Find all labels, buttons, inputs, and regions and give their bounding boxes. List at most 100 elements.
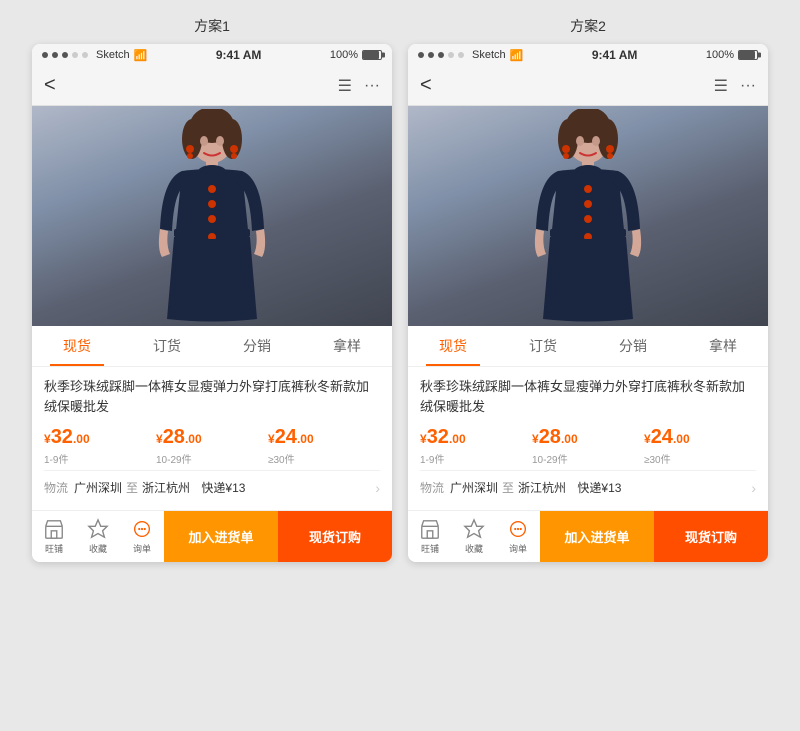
outer-container: 方案1 Sketch 📶 9:41 AM 100%	[0, 0, 800, 731]
plan1-tab-2[interactable]: 分销	[212, 326, 302, 366]
plan2-tab-3[interactable]: 拿样	[678, 326, 768, 366]
plan1-price2-dec: .00	[297, 432, 314, 446]
plan2-shipping-to: 浙江杭州	[518, 479, 566, 496]
plan2-shipping-from: 广州深圳	[450, 479, 498, 496]
plan2-fav-icon-item[interactable]: 收藏	[452, 514, 496, 559]
plan2-star-icon	[463, 518, 485, 540]
plan1-status-bar: Sketch 📶 9:41 AM 100%	[32, 44, 392, 66]
plan1-price1-range: 10-29件	[156, 451, 268, 466]
plan1-chat-icon-item[interactable]: 询单	[120, 514, 164, 559]
plan2-tab-0[interactable]: 现货	[408, 326, 498, 366]
plan2-wrapper: 方案2 Sketch 📶 9:41 AM 100%	[408, 16, 768, 562]
plan2-store-icon	[419, 518, 441, 540]
plan1-tab-1[interactable]: 订货	[122, 326, 212, 366]
plan1-product-title: 秋季珍珠绒踩脚一体裤女显瘦弹力外穿打底裤秋冬新款加绒保暖批发	[44, 377, 380, 416]
dot5	[82, 52, 88, 58]
plan1-chat-icon	[131, 518, 153, 540]
plan1-label: 方案1	[32, 16, 392, 36]
plan1-star-icon	[87, 518, 109, 540]
plan2-add-cart-button[interactable]: 加入进货单	[540, 511, 654, 562]
plan2-chat-icon-item[interactable]: 询单	[496, 514, 540, 559]
plan2-status-bar: Sketch 📶 9:41 AM 100%	[408, 44, 768, 66]
plan2-bottom-icons: 旺铺 收藏	[408, 514, 540, 559]
plan2-buy-now-button[interactable]: 现货订购	[654, 511, 768, 562]
plan2-tab-2[interactable]: 分销	[588, 326, 678, 366]
plan1-shipping-space	[194, 481, 197, 495]
plan1-shipping-to: 浙江杭州	[142, 479, 190, 496]
p2dot3	[438, 52, 444, 58]
plan2-chat-icon	[507, 518, 529, 540]
plan1-price2-yuan: ¥	[268, 432, 275, 446]
plan1-tab-0[interactable]: 现货	[32, 326, 122, 366]
plan2-status-left: Sketch 📶	[418, 49, 523, 62]
plan1-buy-now-button[interactable]: 现货订购	[278, 511, 392, 562]
plan2-price2-dec: .00	[673, 432, 690, 446]
plan2-price2-yuan: ¥	[644, 432, 651, 446]
plan2-price0-int: 32	[427, 426, 449, 448]
plan1-dress-svg	[132, 109, 292, 324]
plan2-bottom-bar: 旺铺 收藏	[408, 510, 768, 562]
plan1-battery-pct: 100%	[330, 49, 358, 61]
p2dot1	[418, 52, 424, 58]
plan2-price1-yuan: ¥	[532, 432, 539, 446]
plan1-store-icon	[43, 518, 65, 540]
plan1-product-image	[32, 106, 392, 326]
plan1-status-right: 100%	[330, 49, 382, 61]
plan1-fav-label: 收藏	[89, 542, 107, 555]
plan2-shipping-space	[570, 481, 573, 495]
plans-row: 方案1 Sketch 📶 9:41 AM 100%	[20, 16, 780, 562]
plan1-store-icon-item[interactable]: 旺铺	[32, 514, 76, 559]
plan1-time: 9:41 AM	[216, 48, 262, 62]
plan1-chat-label: 询单	[133, 542, 151, 555]
plan2-price-1: ¥28.00 10-29件	[532, 426, 644, 466]
plan2-tab-1[interactable]: 订货	[498, 326, 588, 366]
plan2-price1-dec: .00	[561, 432, 578, 446]
plan1-back-button[interactable]: <	[44, 74, 56, 97]
plan1-price0-range: 1-9件	[44, 451, 156, 466]
plan2-store-icon-item[interactable]: 旺铺	[408, 514, 452, 559]
plan2-price1-int: 28	[539, 426, 561, 448]
plan2-shipping-chevron[interactable]: ›	[751, 480, 756, 496]
plan1-product-info: 秋季珍珠绒踩脚一体裤女显瘦弹力外穿打底裤秋冬新款加绒保暖批发 ¥32.00 1-…	[32, 367, 392, 510]
plan1-price1-int: 28	[163, 426, 185, 448]
plan2-time: 9:41 AM	[592, 48, 638, 62]
plan2-dress-svg	[508, 109, 668, 324]
plan1-tabs: 现货 订货 分销 拿样	[32, 326, 392, 367]
plan1-more-icon[interactable]: ···	[364, 77, 380, 95]
plan2-status-right: 100%	[706, 49, 758, 61]
plan1-price1-dec: .00	[185, 432, 202, 446]
plan2-battery-pct: 100%	[706, 49, 734, 61]
plan2-wifi-icon: 📶	[510, 49, 524, 62]
dot3	[62, 52, 68, 58]
plan2-tabs: 现货 订货 分销 拿样	[408, 326, 768, 367]
plan1-tab-3[interactable]: 拿样	[302, 326, 392, 366]
plan1-battery-icon	[362, 50, 382, 60]
plan2-menu-icon[interactable]: ☰	[714, 76, 728, 96]
plan1-add-cart-button[interactable]: 加入进货单	[164, 511, 278, 562]
plan2-store-label: 旺铺	[421, 542, 439, 555]
plan2-back-button[interactable]: <	[420, 74, 432, 97]
plan2-shipping-row: 物流 广州深圳 至 浙江杭州 快递¥13 ›	[420, 470, 756, 504]
plan1-price-0: ¥32.00 1-9件	[44, 426, 156, 466]
plan2-more-icon[interactable]: ···	[740, 77, 756, 95]
plan1-bottom-bar: 旺铺 收藏	[32, 510, 392, 562]
plan2-shipping-method: 快递¥13	[577, 479, 621, 496]
dot2	[52, 52, 58, 58]
plan2-nav-icons: ☰ ···	[714, 76, 756, 96]
plan2-price-0: ¥32.00 1-9件	[420, 426, 532, 466]
plan1-shipping-label: 物流	[44, 479, 68, 496]
plan1-status-left: Sketch 📶	[42, 49, 147, 62]
plan1-price0-dec: .00	[73, 432, 90, 446]
plan1-price-2: ¥24.00 ≥30件	[268, 426, 380, 466]
plan2-fav-label: 收藏	[465, 542, 483, 555]
plan2-battery-icon	[738, 50, 758, 60]
plan1-fav-icon-item[interactable]: 收藏	[76, 514, 120, 559]
plan2-chat-label: 询单	[509, 542, 527, 555]
plan1-shipping-chevron[interactable]: ›	[375, 480, 380, 496]
plan1-price1-yuan: ¥	[156, 432, 163, 446]
plan2-prices-row: ¥32.00 1-9件 ¥28.00 10-29件 ¥2	[420, 426, 756, 466]
plan1-price2-range: ≥30件	[268, 451, 380, 466]
plan1-menu-icon[interactable]: ☰	[338, 76, 352, 96]
plan2-product-info: 秋季珍珠绒踩脚一体裤女显瘦弹力外穿打底裤秋冬新款加绒保暖批发 ¥32.00 1-…	[408, 367, 768, 510]
plan2-price-2: ¥24.00 ≥30件	[644, 426, 756, 466]
